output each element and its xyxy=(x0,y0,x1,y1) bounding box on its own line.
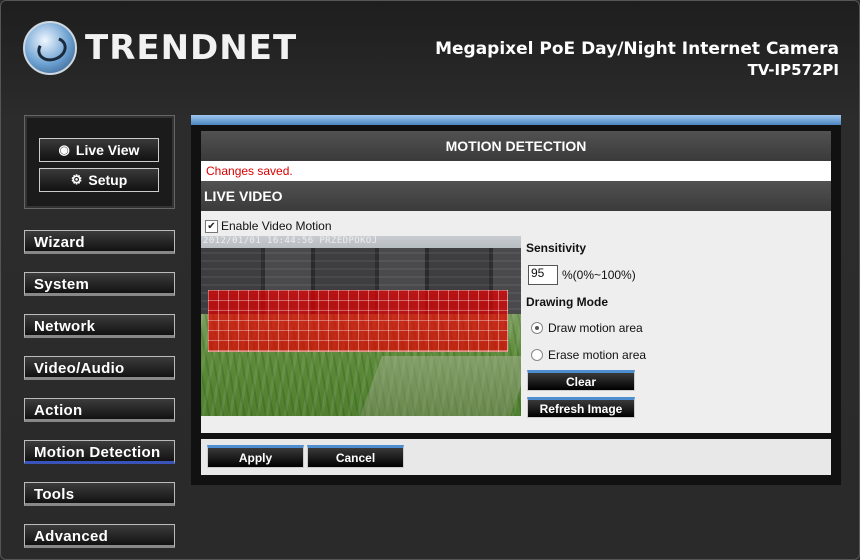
sensitivity-label: Sensitivity xyxy=(526,241,587,255)
panel-accent-bar xyxy=(191,115,841,125)
enable-video-motion-checkbox[interactable]: ✔ xyxy=(205,219,218,233)
nav-wizard[interactable]: Wizard xyxy=(24,230,175,254)
erase-motion-area-option[interactable]: Erase motion area xyxy=(531,348,646,362)
clear-button[interactable]: Clear xyxy=(527,370,635,391)
trendnet-logo-icon xyxy=(23,21,77,75)
video-timestamp: 2012/01/01 16:44:56 PRZEDPOKOJ xyxy=(203,236,378,246)
section-title: LIVE VIDEO xyxy=(201,181,831,211)
enable-video-motion[interactable]: ✔ Enable Video Motion xyxy=(205,219,332,233)
live-view-label: Live View xyxy=(75,142,140,158)
motion-detection-panel: MOTION DETECTION Changes saved. LIVE VID… xyxy=(191,125,841,485)
nav-video-audio[interactable]: Video/Audio xyxy=(24,356,175,380)
nav-action[interactable]: Action xyxy=(24,398,175,422)
draw-radio[interactable] xyxy=(531,322,543,334)
header: TRENDNET Megapixel PoE Day/Night Interne… xyxy=(1,1,859,101)
nav-motion-detection[interactable]: Motion Detection xyxy=(24,440,175,464)
page-title: MOTION DETECTION xyxy=(201,131,831,161)
video-path xyxy=(360,356,521,416)
mode-switcher: ◉ Live View ⚙ Setup xyxy=(24,115,175,209)
product-line: Megapixel PoE Day/Night Internet Camera xyxy=(435,39,839,59)
live-video-feed[interactable]: 2012/01/01 16:44:56 PRZEDPOKOJ xyxy=(201,236,521,416)
sensitivity-input[interactable]: 95 xyxy=(528,265,558,285)
brand-logo: TRENDNET xyxy=(23,21,297,75)
setup-button[interactable]: ⚙ Setup xyxy=(39,168,159,192)
drawing-mode-label: Drawing Mode xyxy=(526,295,609,309)
enable-video-motion-label: Enable Video Motion xyxy=(221,219,332,233)
setup-label: Setup xyxy=(88,172,128,188)
nav-network[interactable]: Network xyxy=(24,314,175,338)
status-message: Changes saved. xyxy=(206,164,293,178)
model-name: TV-IP572PI xyxy=(747,61,839,79)
cancel-button[interactable]: Cancel xyxy=(307,445,404,468)
live-video-section: ✔ Enable Video Motion 2012/01/01 16:44:5… xyxy=(201,211,831,433)
live-view-button[interactable]: ◉ Live View xyxy=(39,138,159,162)
draw-option-label: Draw motion area xyxy=(548,321,643,335)
motion-area-grid[interactable] xyxy=(208,290,508,352)
nav-tools[interactable]: Tools xyxy=(24,482,175,506)
product-info: Megapixel PoE Day/Night Internet Camera … xyxy=(435,39,839,79)
eye-icon: ◉ xyxy=(58,142,70,157)
sensitivity-range: %(0%~100%) xyxy=(562,268,636,282)
nav-advanced[interactable]: Advanced xyxy=(24,524,175,548)
brand-name: TRENDNET xyxy=(85,28,298,68)
apply-button[interactable]: Apply xyxy=(207,445,304,468)
erase-option-label: Erase motion area xyxy=(548,348,647,362)
action-bar: Apply Cancel xyxy=(201,439,831,475)
gear-icon: ⚙ xyxy=(70,172,83,187)
sensitivity-row: 95 %(0%~100%) xyxy=(528,265,636,285)
nav-system[interactable]: System xyxy=(24,272,175,296)
draw-motion-area-option[interactable]: Draw motion area xyxy=(531,321,643,335)
app-frame: TRENDNET Megapixel PoE Day/Night Interne… xyxy=(0,0,860,560)
refresh-image-button[interactable]: Refresh Image xyxy=(527,397,635,418)
erase-radio[interactable] xyxy=(531,349,543,361)
status-bar: Changes saved. xyxy=(201,161,831,181)
